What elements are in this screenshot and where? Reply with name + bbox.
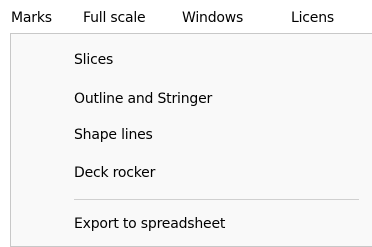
menubar-item-windows[interactable]: Windows (182, 8, 243, 28)
menu-item-shape-lines[interactable]: Shape lines (74, 125, 153, 145)
menubar-item-marks[interactable]: Marks (11, 8, 52, 28)
marks-dropdown-menu: Slices Outline and Stringer Shape lines … (10, 33, 372, 247)
menu-separator (74, 199, 359, 200)
menu-item-slices[interactable]: Slices (74, 50, 113, 70)
menu-item-export-to-spreadsheet[interactable]: Export to spreadsheet (74, 214, 225, 234)
menu-item-deck-rocker[interactable]: Deck rocker (74, 163, 155, 183)
menubar-item-full-scale[interactable]: Full scale (83, 8, 146, 28)
menubar-item-license[interactable]: Licens (291, 8, 334, 28)
menu-bar: Marks Full scale Windows Licens (0, 0, 372, 34)
menu-item-outline-and-stringer[interactable]: Outline and Stringer (74, 89, 212, 109)
